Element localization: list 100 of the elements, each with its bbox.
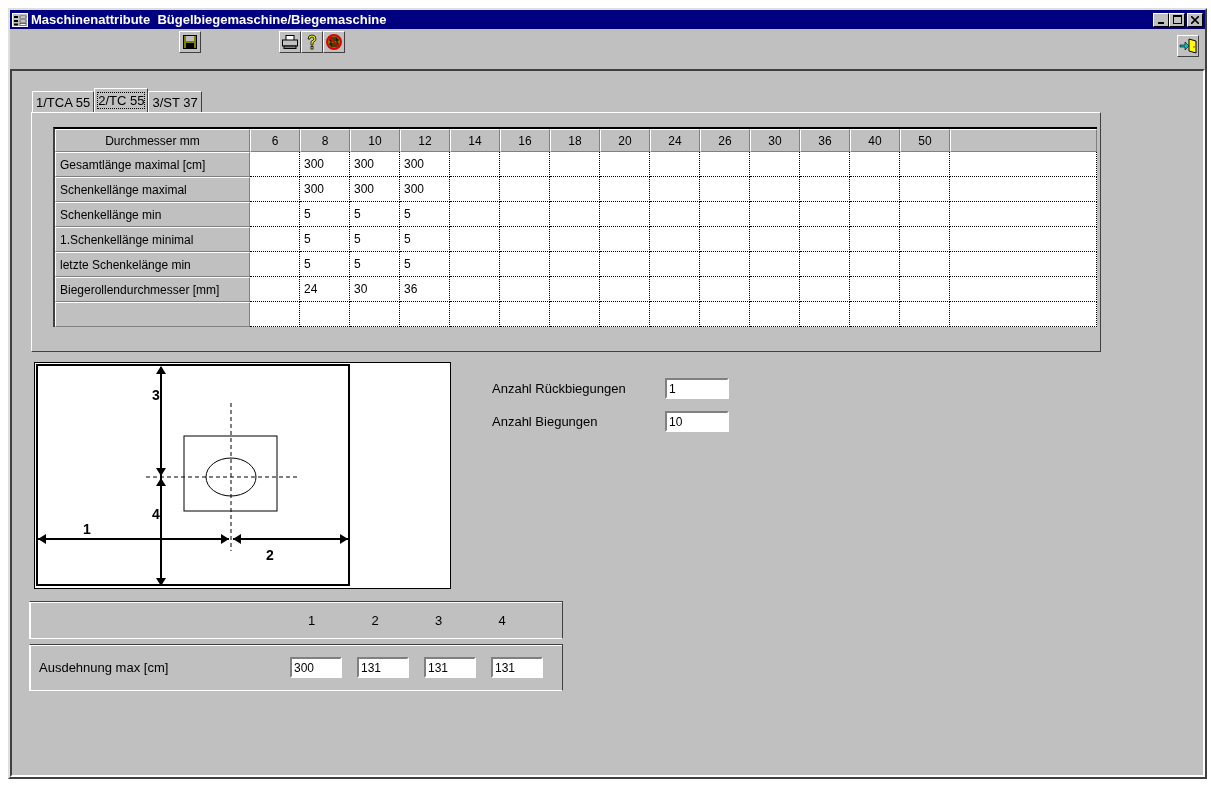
- empty-cell: [650, 277, 700, 302]
- input-field[interactable]: 1: [665, 378, 729, 399]
- question-mark-icon: [306, 34, 318, 50]
- empty-cell: [850, 177, 900, 202]
- empty-cell: [750, 227, 800, 252]
- column-header: 10: [350, 129, 400, 152]
- help-button[interactable]: [301, 31, 323, 53]
- empty-cell: [750, 277, 800, 302]
- table-cell: 5: [300, 227, 350, 252]
- maximize-icon: [1172, 15, 1182, 24]
- exit-button[interactable]: [1177, 35, 1199, 57]
- dimension-label: 2: [266, 547, 274, 563]
- column-header: 8: [300, 129, 350, 152]
- empty-cell: [450, 252, 500, 277]
- empty-cell: [450, 177, 500, 202]
- empty-cell: [900, 227, 950, 252]
- form-icon: [12, 12, 28, 27]
- empty-cell: [600, 202, 650, 227]
- input-field[interactable]: 10: [665, 411, 729, 432]
- empty-cell: [700, 152, 750, 177]
- empty-cell: [700, 252, 750, 277]
- empty-cell: [600, 177, 650, 202]
- empty-cell: [500, 227, 550, 252]
- column-header: 2: [371, 612, 380, 628]
- empty-cell: [600, 152, 650, 177]
- minimize-icon: [1158, 21, 1164, 24]
- table-cell: 5: [300, 202, 350, 227]
- table-cell: 5: [350, 252, 400, 277]
- empty-cell: [750, 202, 800, 227]
- table-cell: 30: [350, 277, 400, 302]
- empty-cell: [700, 202, 750, 227]
- empty-cell: [850, 152, 900, 177]
- empty-cell: [700, 227, 750, 252]
- column-header: 30: [750, 129, 800, 152]
- column-header: 3: [435, 612, 444, 628]
- empty-cell: [500, 152, 550, 177]
- table-cell: 300: [350, 177, 400, 202]
- field-label: Ausdehnung max [cm]: [39, 660, 170, 675]
- dimension-label: 3: [152, 387, 160, 403]
- empty-cell: [700, 177, 750, 202]
- empty-cell: [550, 277, 600, 302]
- tab[interactable]: 3/ST 37: [148, 91, 202, 112]
- column-header: 20: [600, 129, 650, 152]
- empty-cell: [550, 177, 600, 202]
- column-header: 26: [700, 129, 750, 152]
- empty-cell: [750, 177, 800, 202]
- table-cell: 300: [400, 152, 450, 177]
- row-header: Biegerollendurchmesser [mm]: [55, 277, 250, 302]
- debug-button[interactable]: [323, 31, 345, 53]
- empty-cell: [700, 277, 750, 302]
- column-header: 50: [900, 129, 950, 152]
- empty-cell: [900, 152, 950, 177]
- column-header: 40: [850, 129, 900, 152]
- row-header: Schenkellänge min: [55, 202, 250, 227]
- maximize-button[interactable]: [1169, 12, 1185, 27]
- table-cell: 300: [400, 177, 450, 202]
- empty-cell: [550, 252, 600, 277]
- empty-cell: [800, 252, 850, 277]
- row-header: Schenkellänge maximal: [55, 177, 250, 202]
- column-header: 24: [650, 129, 700, 152]
- empty-cell: [850, 227, 900, 252]
- tab[interactable]: 2/TC 55: [94, 88, 149, 112]
- empty-cell: [650, 152, 700, 177]
- empty-cell: [500, 277, 550, 302]
- empty-cell: [650, 252, 700, 277]
- empty-cell: [600, 227, 650, 252]
- empty-cell: [750, 152, 800, 177]
- empty-cell: [800, 227, 850, 252]
- empty-cell: [550, 227, 600, 252]
- input-field[interactable]: 131: [357, 657, 409, 678]
- empty-cell: [450, 227, 500, 252]
- table-cell: 300: [350, 152, 400, 177]
- empty-cell: [900, 252, 950, 277]
- minimize-button[interactable]: [1153, 12, 1169, 27]
- tab[interactable]: 1/TCA 55: [32, 91, 95, 112]
- field-label: Anzahl Rückbiegungen: [492, 381, 627, 396]
- table-cell: 5: [400, 227, 450, 252]
- save-button[interactable]: [179, 31, 201, 53]
- column-header: Durchmesser mm: [55, 129, 250, 152]
- input-field[interactable]: 300: [290, 657, 342, 678]
- empty-cell: [450, 277, 500, 302]
- empty-cell: [900, 202, 950, 227]
- table-cell: 300: [300, 152, 350, 177]
- print-button[interactable]: [279, 31, 301, 53]
- table-cell: 5: [350, 227, 400, 252]
- empty-cell: [550, 152, 600, 177]
- column-header: 36: [800, 129, 850, 152]
- empty-cell: [500, 202, 550, 227]
- column-header: 18: [550, 129, 600, 152]
- empty-cell: [800, 177, 850, 202]
- empty-cell: [800, 277, 850, 302]
- column-header: 16: [500, 129, 550, 152]
- column-header: 1: [308, 612, 317, 628]
- close-button[interactable]: [1187, 12, 1203, 27]
- empty-cell: [900, 277, 950, 302]
- input-field[interactable]: 131: [491, 657, 543, 678]
- column-header: 12: [400, 129, 450, 152]
- input-field[interactable]: 131: [424, 657, 476, 678]
- table-cell: 24: [300, 277, 350, 302]
- table-cell: 300: [300, 177, 350, 202]
